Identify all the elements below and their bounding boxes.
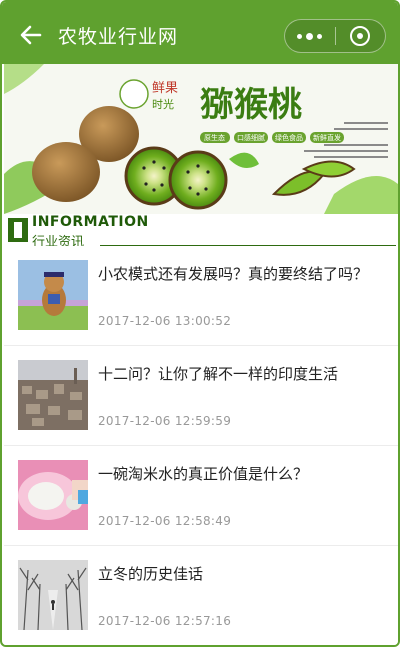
section-marker [8,218,28,242]
news-time: 2017-12-06 12:57:16 [98,614,232,628]
more-button[interactable] [285,20,335,52]
news-list: 小农模式还有发展吗？真的要终结了吗？ 2017-12-06 13:00:52 十… [4,246,398,645]
banner-badge-sub: 时光 [152,97,174,111]
nav-bar: 农牧业行业网 [2,2,398,64]
back-button[interactable] [16,20,46,50]
news-title: 小农模式还有发展吗？真的要终结了吗？ [98,265,369,283]
close-target-icon [350,26,371,46]
news-title: 十二问？让你了解不一样的印度生活 [98,365,339,383]
news-title: 立冬的历史佳话 [98,565,204,583]
banner-image[interactable]: 鲜果 时光 猕猴桃 原生态 口感细腻 绿色食品 新鲜直发 [4,64,398,214]
news-item[interactable]: 十二问？让你了解不一样的印度生活 2017-12-06 12:59:59 [4,346,398,446]
menu-capsule [284,19,386,53]
banner-tag-4: 新鲜直发 [313,133,341,142]
page-title: 农牧业行业网 [58,26,179,48]
more-dots-icon [297,32,323,40]
back-arrow-icon [20,25,42,45]
section-header: INFORMATION 行业资讯 [4,214,398,250]
news-item[interactable]: 一碗淘米水的真正价值是什么？ 2017-12-06 12:58:49 [4,446,398,546]
news-title: 一碗淘米水的真正价值是什么？ [98,465,309,483]
news-time: 2017-12-06 12:59:59 [98,414,232,428]
banner-brand-text: 猕猴桃 [200,85,302,125]
news-item[interactable]: 小农模式还有发展吗？真的要终结了吗？ 2017-12-06 13:00:52 [4,246,398,346]
banner-tag-1: 原生态 [204,133,225,142]
news-thumbnail [18,560,88,630]
close-button[interactable] [335,20,385,52]
news-thumbnail [18,460,88,530]
banner-badge-text: 鲜果 [152,81,178,96]
section-title-en: INFORMATION [32,214,149,230]
news-item[interactable]: 立冬的历史佳话 2017-12-06 12:57:16 [4,546,398,645]
news-thumbnail [18,260,88,330]
news-thumbnail [18,360,88,430]
banner-tag-2: 口感细腻 [237,133,265,142]
banner-tag-3: 绿色食品 [275,133,303,142]
news-time: 2017-12-06 13:00:52 [98,314,232,328]
phone-frame: 农牧业行业网 鲜果 时光 猕猴桃 原生态 口感细腻 绿色食品 新鲜直发 INFO… [0,0,400,647]
news-time: 2017-12-06 12:58:49 [98,514,232,528]
